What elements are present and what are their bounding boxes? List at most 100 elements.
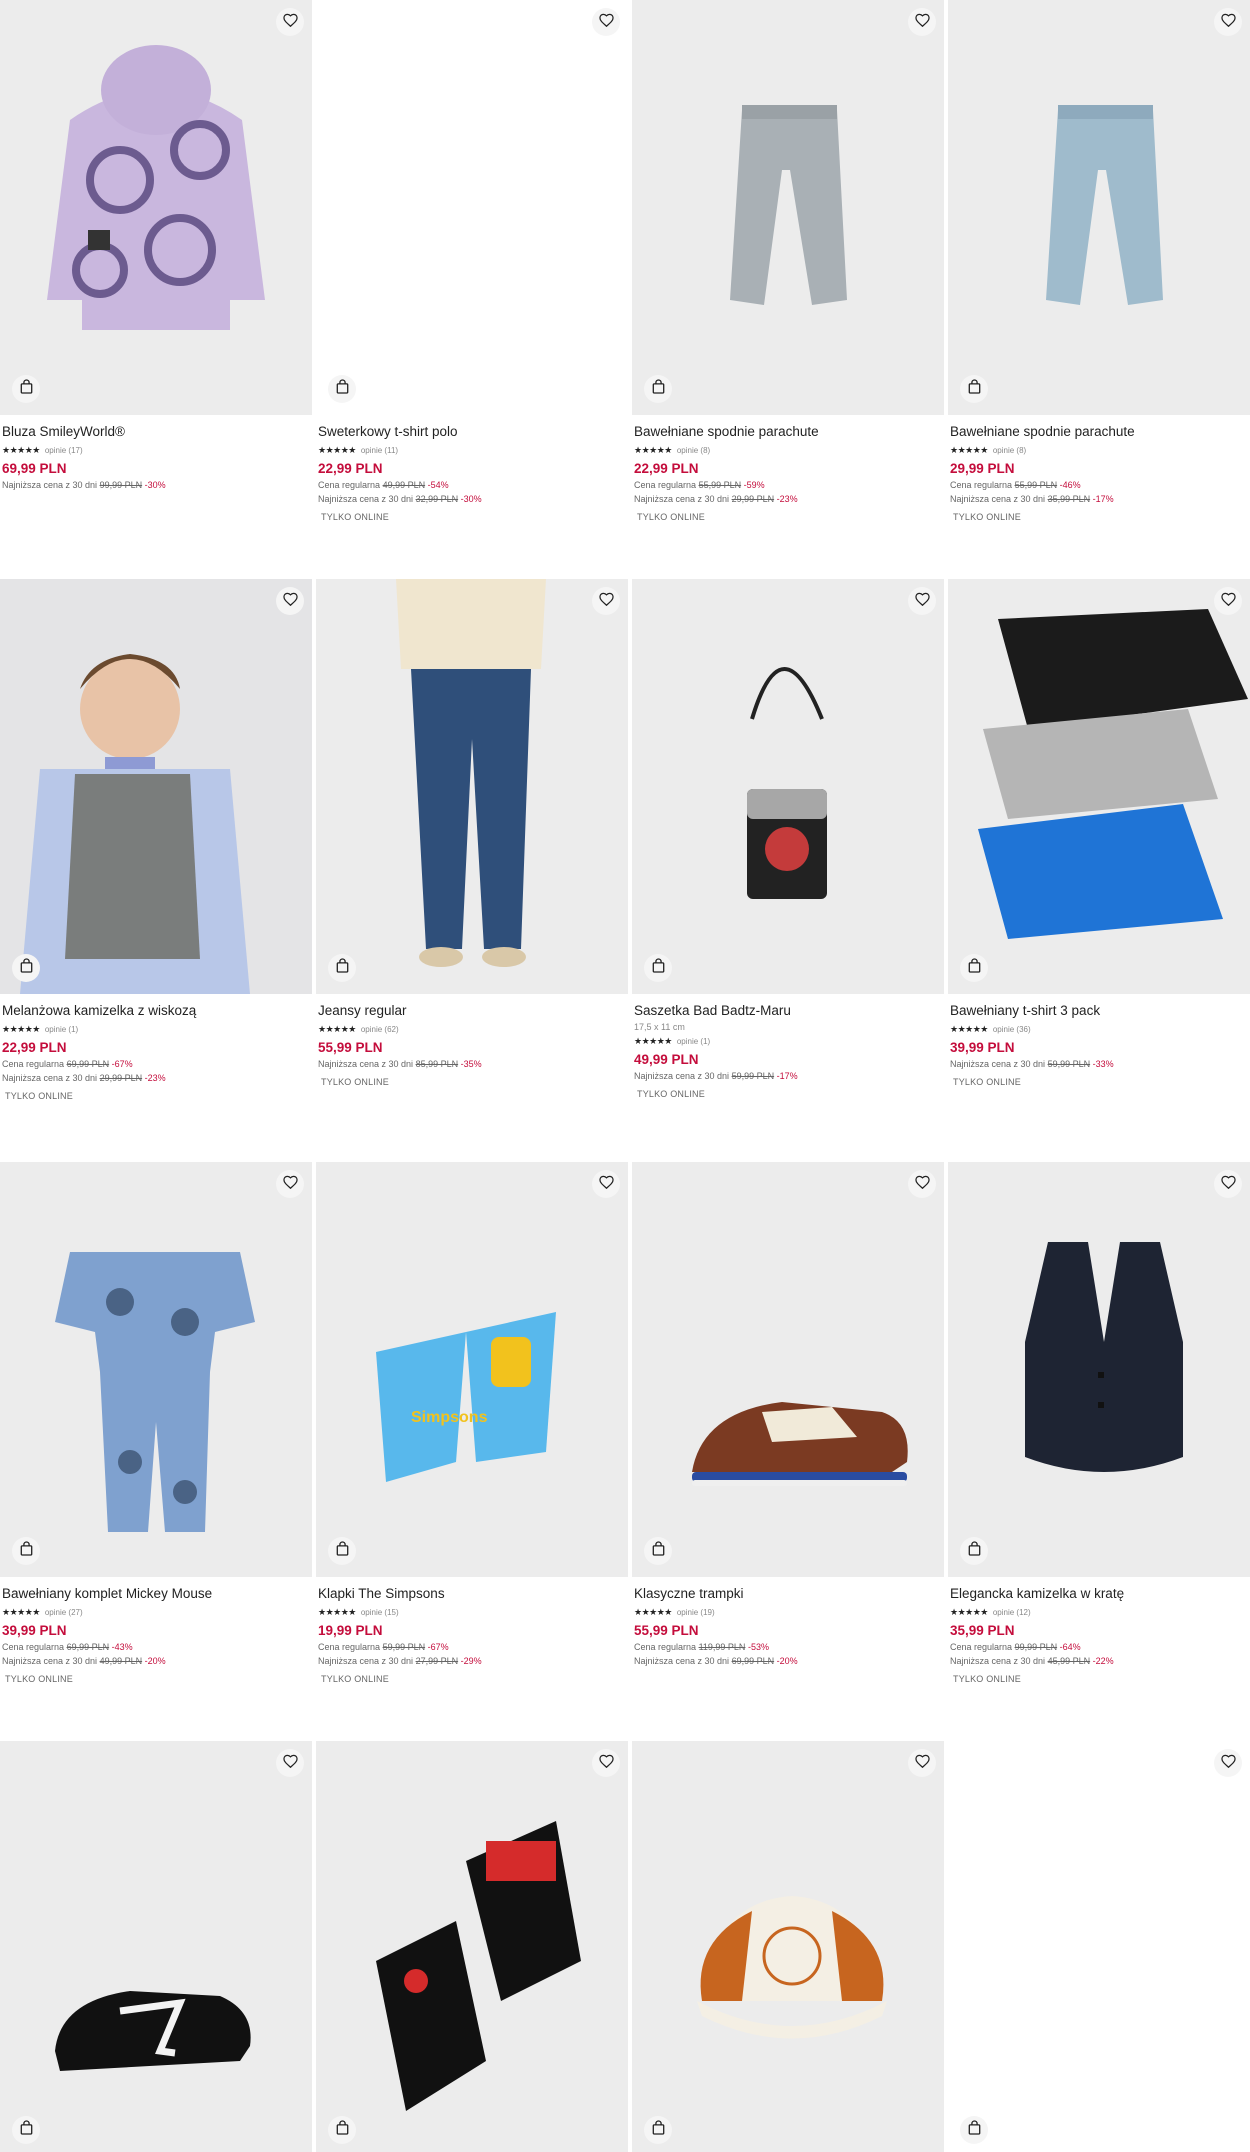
favorite-button[interactable] [1214, 8, 1242, 36]
product-image[interactable] [0, 0, 312, 415]
favorite-button[interactable] [908, 1170, 936, 1198]
online-only-badge: TYLKO ONLINE [321, 1674, 389, 1684]
product-name[interactable]: Bawełniane spodnie parachute [950, 423, 1248, 441]
heart-icon [1220, 1175, 1236, 1194]
add-to-cart-button[interactable] [644, 1537, 672, 1565]
favorite-button[interactable] [276, 1170, 304, 1198]
product-name[interactable]: Bluza SmileyWorld® [2, 423, 310, 441]
product-image[interactable] [948, 0, 1250, 415]
product-card[interactable] [0, 1741, 312, 2152]
product-card[interactable]: Saszetka Bad Badtz-Maru 17,5 x 11 cm ★★★★… [632, 579, 944, 1099]
price-history-label: Cena regularna [950, 1642, 1013, 1652]
add-to-cart-button[interactable] [644, 375, 672, 403]
add-to-cart-button[interactable] [328, 2116, 356, 2144]
product-card[interactable]: Sweterkowy t-shirt polo ★★★★★ opinie (11… [316, 0, 628, 522]
review-count: opinie (1) [44, 1024, 79, 1034]
old-price: 99,99 PLN [99, 480, 143, 490]
product-card[interactable]: Melanżowa kamizelka z wiskozą ★★★★★ opin… [0, 579, 312, 1101]
favorite-button[interactable] [592, 1170, 620, 1198]
favorite-button[interactable] [276, 8, 304, 36]
product-image[interactable] [632, 579, 944, 994]
product-card[interactable]: Jeansy regular ★★★★★ opinie (62) 55,99 P… [316, 579, 628, 1087]
rating-stars: ★★★★★ [950, 444, 988, 455]
product-image[interactable] [948, 1162, 1250, 1577]
add-to-cart-button[interactable] [12, 1537, 40, 1565]
old-price: 32,99 PLN [415, 494, 459, 504]
product-name[interactable]: Klasyczne trampki [634, 1585, 942, 1603]
add-to-cart-button[interactable] [328, 1537, 356, 1565]
add-to-cart-button[interactable] [328, 375, 356, 403]
favorite-button[interactable] [592, 587, 620, 615]
review-count: opinie (19) [676, 1607, 715, 1617]
heart-icon [1220, 592, 1236, 611]
product-image[interactable] [632, 1162, 944, 1577]
add-to-cart-button[interactable] [960, 1537, 988, 1565]
favorite-button[interactable] [1214, 1170, 1242, 1198]
favorite-button[interactable] [908, 8, 936, 36]
product-name[interactable]: Bawełniane spodnie parachute [634, 423, 942, 441]
product-name[interactable]: Bawełniany t-shirt 3 pack [950, 1002, 1248, 1020]
product-image[interactable] [0, 1162, 312, 1577]
favorite-button[interactable] [908, 1749, 936, 1777]
product-card[interactable] [316, 1741, 628, 2152]
add-to-cart-button[interactable] [960, 2116, 988, 2144]
product-card[interactable]: Klasyczne trampki ★★★★★ opinie (19) 55,9… [632, 1162, 944, 1667]
product-card[interactable]: Simpsons Klapki The Simpsons ★★★★★ opini… [316, 1162, 628, 1684]
add-to-cart-button[interactable] [12, 375, 40, 403]
rating-stars: ★★★★★ [2, 1023, 40, 1034]
product-info: Bawełniany t-shirt 3 pack ★★★★★ opinie (… [948, 994, 1250, 1087]
favorite-button[interactable] [908, 587, 936, 615]
product-image[interactable] [316, 579, 628, 994]
product-image[interactable] [316, 1741, 628, 2152]
add-to-cart-button[interactable] [960, 375, 988, 403]
price-history-line: Cena regularna 55,99 PLN -46% [950, 480, 1248, 491]
add-to-cart-button[interactable] [644, 954, 672, 982]
product-name[interactable]: Melanżowa kamizelka z wiskozą [2, 1002, 310, 1020]
product-card[interactable]: Elegancka kamizelka w kratę ★★★★★ opinie… [948, 1162, 1250, 1684]
product-image[interactable] [948, 1741, 1250, 2152]
product-name[interactable]: Sweterkowy t-shirt polo [318, 423, 626, 441]
product-image[interactable] [632, 1741, 944, 2152]
product-card[interactable]: Bawełniany t-shirt 3 pack ★★★★★ opinie (… [948, 579, 1250, 1087]
add-to-cart-button[interactable] [328, 954, 356, 982]
discount-percent: -17% [1092, 494, 1114, 504]
product-card[interactable] [632, 1741, 944, 2152]
product-image[interactable] [0, 1741, 312, 2152]
product-card[interactable]: Bawełniany komplet Mickey Mouse ★★★★★ op… [0, 1162, 312, 1684]
product-card[interactable]: Bluza SmileyWorld® ★★★★★ opinie (17) 69,… [0, 0, 312, 491]
add-to-cart-button[interactable] [644, 2116, 672, 2144]
online-only-badge: TYLKO ONLINE [953, 1674, 1021, 1684]
product-image[interactable] [632, 0, 944, 415]
favorite-button[interactable] [1214, 587, 1242, 615]
product-name[interactable]: Elegancka kamizelka w kratę [950, 1585, 1248, 1603]
add-to-cart-button[interactable] [12, 2116, 40, 2144]
favorite-button[interactable] [276, 1749, 304, 1777]
add-to-cart-button[interactable] [12, 954, 40, 982]
favorite-button[interactable] [592, 8, 620, 36]
product-image[interactable] [316, 0, 628, 415]
shopping-bag-icon [336, 1541, 349, 1561]
product-image[interactable]: Simpsons [316, 1162, 628, 1577]
heart-icon [282, 1754, 298, 1773]
product-info: Saszetka Bad Badtz-Maru 17,5 x 11 cm ★★★★… [632, 994, 944, 1099]
rating-stars: ★★★★★ [950, 1023, 988, 1034]
price-history-line: Cena regularna 119,99 PLN -53% [634, 1642, 942, 1653]
product-name[interactable]: Klapki The Simpsons [318, 1585, 626, 1603]
favorite-button[interactable] [276, 587, 304, 615]
product-info: Bluza SmileyWorld® ★★★★★ opinie (17) 69,… [0, 415, 312, 491]
rating-stars: ★★★★★ [318, 1023, 356, 1034]
product-image[interactable] [948, 579, 1250, 994]
discount-percent: -54% [427, 480, 449, 490]
product-card[interactable]: Bawełniane spodnie parachute ★★★★★ opini… [948, 0, 1250, 522]
product-card[interactable] [948, 1741, 1250, 2152]
favorite-button[interactable] [592, 1749, 620, 1777]
product-name[interactable]: Bawełniany komplet Mickey Mouse [2, 1585, 310, 1603]
add-to-cart-button[interactable] [960, 954, 988, 982]
product-image[interactable] [0, 579, 312, 994]
old-price: 69,99 PLN [66, 1642, 110, 1652]
product-card[interactable]: Bawełniane spodnie parachute ★★★★★ opini… [632, 0, 944, 522]
product-name[interactable]: Saszetka Bad Badtz-Maru [634, 1002, 942, 1020]
rating-stars: ★★★★★ [2, 444, 40, 455]
product-name[interactable]: Jeansy regular [318, 1002, 626, 1020]
favorite-button[interactable] [1214, 1749, 1242, 1777]
